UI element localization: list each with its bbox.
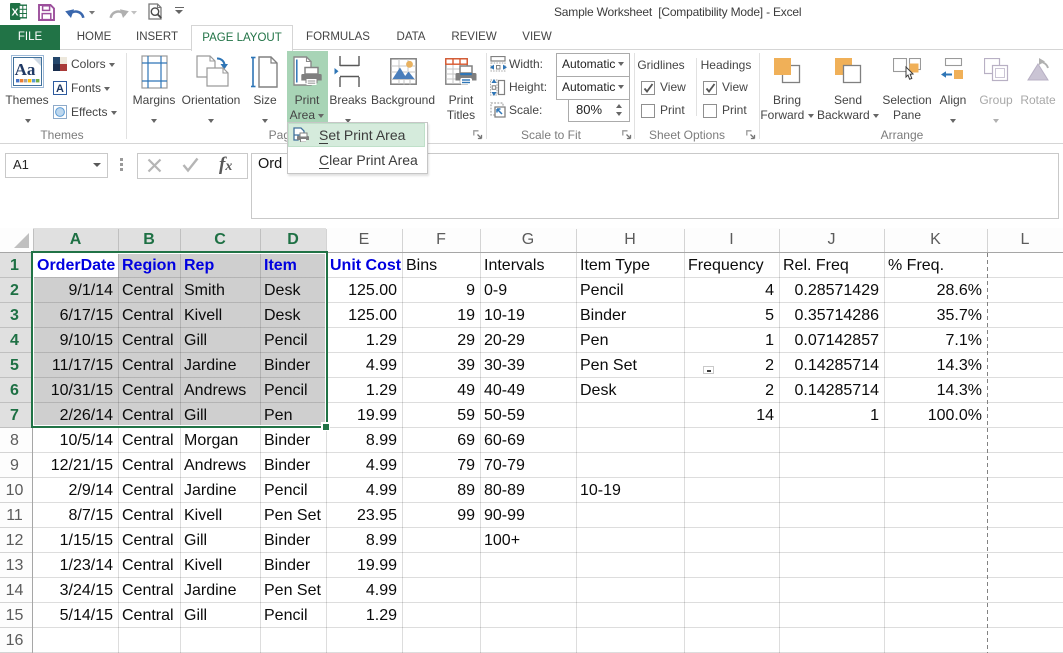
- svg-text:A: A: [56, 83, 64, 95]
- svg-text:Aa: Aa: [15, 60, 36, 79]
- svg-text:X: X: [11, 7, 18, 19]
